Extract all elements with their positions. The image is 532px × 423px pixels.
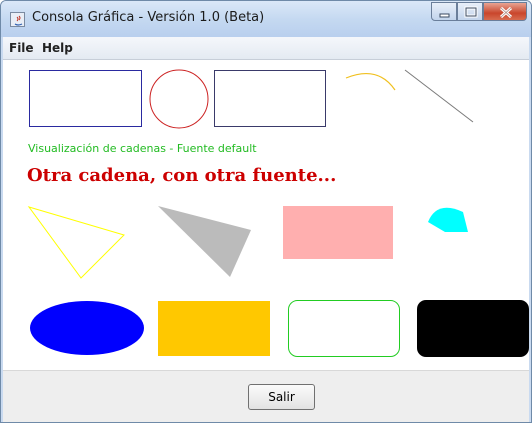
- gray-diagonal-line: [404, 69, 474, 123]
- default-font-string: Visualización de cadenas - Fuente defaul…: [28, 142, 257, 155]
- java-app-icon[interactable]: [10, 12, 25, 27]
- menu-bar: File Help: [3, 37, 529, 60]
- minimize-button[interactable]: [431, 2, 457, 21]
- window-title: Consola Gráfica - Versión 1.0 (Beta): [32, 10, 265, 25]
- application-window: Consola Gráfica - Versión 1.0 (Beta) Fil…: [0, 0, 532, 423]
- black-filled-rounded-rectangle: [417, 300, 529, 357]
- drawing-canvas: Visualización de cadenas - Fuente defaul…: [3, 60, 529, 370]
- gray-filled-triangle: [158, 206, 251, 277]
- maximize-icon: [464, 6, 478, 18]
- title-bar[interactable]: Consola Gráfica - Versión 1.0 (Beta): [1, 1, 531, 37]
- yellow-outline-triangle: [27, 206, 125, 279]
- close-icon: [499, 6, 513, 19]
- menu-file[interactable]: File: [9, 41, 34, 55]
- custom-font-string: Otra cadena, con otra fuente...: [27, 165, 337, 186]
- green-outline-rounded-rectangle: [288, 300, 400, 357]
- blue-filled-oval: [30, 301, 144, 355]
- shapes-drawing: [27, 69, 529, 357]
- orange-filled-rectangle: [158, 301, 270, 356]
- dark-outline-rectangle: [214, 70, 326, 127]
- pink-filled-rectangle: [283, 206, 393, 259]
- blue-outline-rectangle: [29, 70, 142, 127]
- red-outline-circle: [149, 69, 209, 129]
- maximize-button[interactable]: [457, 2, 483, 21]
- close-button[interactable]: [483, 2, 527, 21]
- minimize-icon: [439, 13, 450, 18]
- button-panel: Salir: [3, 370, 529, 422]
- cyan-filled-arc: [428, 207, 468, 232]
- yellow-arc: [345, 72, 396, 91]
- exit-button[interactable]: Salir: [248, 384, 315, 410]
- menu-help[interactable]: Help: [42, 41, 73, 55]
